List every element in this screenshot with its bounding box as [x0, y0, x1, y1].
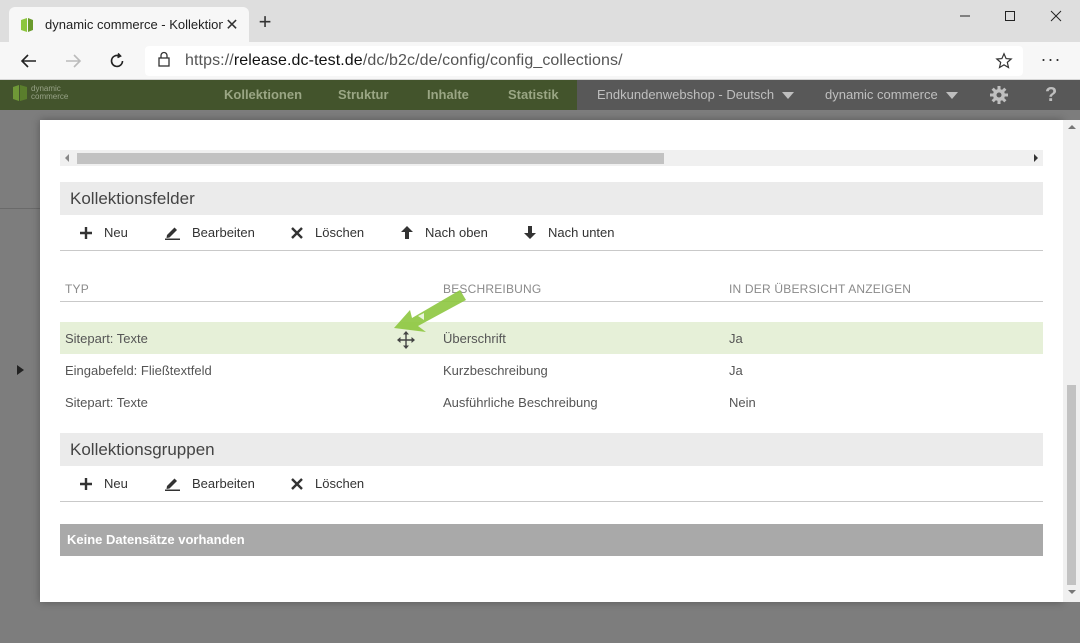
site-favicon-icon: [19, 17, 35, 33]
button-label: Bearbeiten: [192, 476, 255, 491]
pencil-icon: [165, 227, 180, 240]
arrow-up-icon: [401, 226, 413, 239]
cell-description: Kurzbeschreibung: [443, 363, 548, 378]
cell-type: Sitepart: Texte: [65, 331, 148, 346]
nav-statistik[interactable]: Statistik: [508, 80, 559, 110]
forward-arrow-icon[interactable]: [60, 48, 86, 74]
nav-struktur[interactable]: Struktur: [338, 80, 389, 110]
user-select[interactable]: dynamic commerce: [825, 80, 958, 110]
url-bar[interactable]: https://release.dc-test.de/dc/b2c/de/con…: [145, 46, 1023, 76]
empty-records-notice: Keine Datensätze vorhanden: [60, 524, 1043, 556]
table-row[interactable]: Sitepart: Texte Überschrift Ja: [60, 322, 1043, 354]
browser-titlebar: dynamic commerce - Kollektione ✕ +: [0, 0, 1080, 42]
divider: [0, 208, 40, 209]
groups-delete-button[interactable]: Löschen: [291, 466, 364, 502]
scrollbar-thumb[interactable]: [77, 153, 664, 164]
button-label: Nach oben: [425, 225, 488, 240]
section-title-fields: Kollektionsfelder: [60, 182, 1043, 215]
scroll-right-icon[interactable]: [1034, 154, 1038, 162]
groups-edit-button[interactable]: Bearbeiten: [165, 466, 255, 502]
chevron-down-icon: [782, 91, 795, 99]
fields-table-header: TYP BESCHREIBUNG IN DER ÜBERSICHT ANZEIG…: [60, 280, 1043, 302]
scroll-down-icon[interactable]: [1068, 590, 1076, 594]
back-arrow-icon[interactable]: [16, 48, 42, 74]
fields-move-up-button[interactable]: Nach oben: [401, 215, 488, 251]
chevron-down-icon: [945, 91, 958, 99]
app-header: dynamic commerce Kollektionen Struktur In…: [0, 80, 1080, 110]
logo-icon: [13, 85, 27, 101]
button-label: Nach unten: [548, 225, 615, 240]
delete-x-icon: [291, 477, 303, 490]
cell-show: Ja: [729, 363, 743, 378]
favorite-star-icon[interactable]: [995, 52, 1013, 75]
cell-show: Ja: [729, 331, 743, 346]
browser-menu-button[interactable]: ···: [1036, 48, 1066, 74]
logo-text-line2: commerce: [31, 92, 69, 101]
button-label: Bearbeiten: [192, 225, 255, 240]
cell-type: Sitepart: Texte: [65, 395, 148, 410]
tab-close-icon[interactable]: ✕: [223, 15, 241, 35]
table-row[interactable]: Eingabefeld: Fließtextfeld Kurzbeschreib…: [60, 354, 1043, 386]
expand-arrow-icon: [17, 365, 24, 375]
scroll-up-icon[interactable]: [1068, 125, 1076, 129]
app-logo[interactable]: dynamic commerce: [12, 84, 68, 102]
groups-new-button[interactable]: Neu: [80, 466, 128, 502]
cell-description: Ausführliche Beschreibung: [443, 395, 598, 410]
lock-icon: [157, 51, 171, 72]
fields-new-button[interactable]: Neu: [80, 215, 128, 251]
button-label: Neu: [104, 476, 128, 491]
fields-move-down-button[interactable]: Nach unten: [524, 215, 615, 251]
green-pointer-arrow-icon: [394, 290, 466, 332]
button-label: Löschen: [315, 476, 365, 491]
help-icon[interactable]: ?: [1045, 80, 1057, 110]
shop-select-value: Endkundenwebshop - Deutsch: [597, 87, 775, 102]
scroll-left-icon[interactable]: [65, 154, 69, 162]
fields-delete-button[interactable]: Löschen: [291, 215, 364, 251]
browser-tab[interactable]: dynamic commerce - Kollektione ✕: [9, 7, 249, 42]
pencil-icon: [165, 478, 180, 491]
reload-icon[interactable]: [104, 48, 130, 74]
plus-icon: [80, 226, 92, 239]
section-title-groups: Kollektionsgruppen: [60, 433, 1043, 466]
gear-icon[interactable]: [989, 85, 1009, 110]
fields-toolbar: Neu Bearbeiten Löschen Nach oben Nach un…: [60, 215, 1043, 251]
window-close-icon[interactable]: [1033, 3, 1079, 29]
groups-toolbar: Neu Bearbeiten Löschen: [60, 466, 1043, 502]
horizontal-scrollbar[interactable]: [60, 150, 1043, 166]
shop-select[interactable]: Endkundenwebshop - Deutsch: [597, 80, 795, 110]
browser-toolbar: https://release.dc-test.de/dc/b2c/de/con…: [0, 42, 1080, 80]
cell-type: Eingabefeld: Fließtextfeld: [65, 363, 212, 378]
button-label: Neu: [104, 225, 128, 240]
column-header-type[interactable]: TYP: [65, 282, 89, 296]
fields-edit-button[interactable]: Bearbeiten: [165, 215, 255, 251]
vertical-scrollbar[interactable]: [1063, 120, 1080, 602]
button-label: Löschen: [315, 225, 365, 240]
minimize-icon[interactable]: [942, 3, 988, 29]
user-select-value: dynamic commerce: [825, 87, 938, 102]
table-row[interactable]: Sitepart: Texte Ausführliche Beschreibun…: [60, 386, 1043, 418]
maximize-icon[interactable]: [987, 3, 1033, 29]
tab-title: dynamic commerce - Kollektione: [45, 17, 223, 32]
collection-config-dialog: Kollektionsfelder Neu Bearbeiten Löschen…: [40, 120, 1063, 602]
column-header-show-in-overview[interactable]: IN DER ÜBERSICHT ANZEIGEN: [729, 282, 911, 296]
cell-show: Nein: [729, 395, 756, 410]
url-text: https://release.dc-test.de/dc/b2c/de/con…: [185, 52, 623, 69]
arrow-down-icon: [524, 226, 536, 239]
nav-inhalte[interactable]: Inhalte: [427, 80, 469, 110]
delete-x-icon: [291, 226, 303, 239]
plus-icon: [80, 477, 92, 490]
new-tab-button[interactable]: +: [255, 10, 275, 34]
scrollbar-thumb[interactable]: [1067, 385, 1076, 585]
nav-kollektionen[interactable]: Kollektionen: [224, 80, 302, 110]
